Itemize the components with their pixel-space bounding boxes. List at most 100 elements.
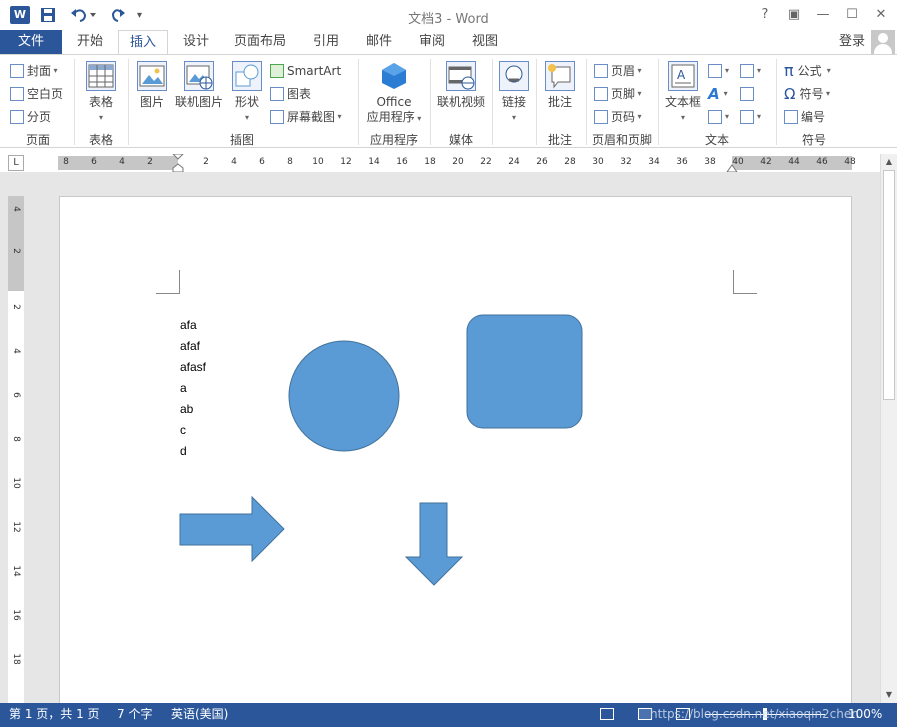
ruler-number: 32 <box>620 157 632 167</box>
tab-review[interactable]: 审阅 <box>410 30 454 54</box>
office-apps-label-1: Office <box>376 95 412 109</box>
scroll-down-icon[interactable]: ▼ <box>883 689 895 701</box>
tab-page-layout[interactable]: 页面布局 <box>228 30 292 54</box>
group-separator <box>74 59 75 145</box>
page-count[interactable]: 第 1 页，共 1 页 <box>9 703 100 725</box>
tab-file[interactable]: 文件 <box>0 30 62 54</box>
table-button[interactable]: 表格 ▾ <box>80 61 122 125</box>
date-time-icon <box>740 87 754 101</box>
smartart-button[interactable]: SmartArt <box>270 61 341 81</box>
footer-icon <box>594 87 608 101</box>
symbol-label: 符号 <box>799 87 824 101</box>
watermark-text: https://blog.csdn.net/xiaoqin2chen <box>650 707 859 721</box>
page-break-button[interactable]: 分页 <box>10 107 51 127</box>
office-apps-button[interactable]: Office 应用程序 ▾ <box>362 61 426 126</box>
links-button[interactable]: 链接 ▾ <box>496 61 532 125</box>
page-number-button[interactable]: 页码 ▾ <box>594 107 642 127</box>
vertical-ruler-number: 6 <box>11 392 21 398</box>
ribbon-display-options-button[interactable]: ▣ <box>783 6 805 24</box>
tab-selector[interactable]: L <box>8 155 24 171</box>
ruler-number: 6 <box>259 157 265 167</box>
group-label-header-footer: 页眉和页脚 <box>591 133 652 147</box>
comment-button[interactable]: 批注 <box>540 61 580 110</box>
wordart-icon: A <box>708 85 720 103</box>
document-page[interactable]: afa afaf afasf a ab c d <box>59 196 852 716</box>
tab-view[interactable]: 视图 <box>463 30 507 54</box>
blank-page-button[interactable]: 空白页 <box>10 84 63 104</box>
drop-cap-button[interactable]: ▾ <box>708 107 729 127</box>
right-arrow-shape[interactable] <box>179 495 285 563</box>
cover-page-icon <box>10 64 24 78</box>
sign-in-link[interactable]: 登录 <box>839 30 865 54</box>
header-button[interactable]: 页眉 ▾ <box>594 61 642 81</box>
ruler-number: 38 <box>704 157 716 167</box>
title-bar: W ▾ 文档3 - Word ? ▣ — ☐ ✕ <box>0 0 897 30</box>
symbol-button[interactable]: Ω 符号 ▾ <box>784 84 830 104</box>
tab-home[interactable]: 开始 <box>68 30 112 54</box>
tab-insert[interactable]: 插入 <box>118 30 168 55</box>
help-button[interactable]: ? <box>754 6 776 24</box>
online-picture-label: 联机图片 <box>174 95 223 109</box>
ruler-number: 2 <box>147 157 153 167</box>
horizontal-ruler[interactable]: 8 6 4 2 2 4 6 8 10 12 14 16 18 20 22 24 26 28 30 32 34 36 38 40… <box>58 154 856 172</box>
chart-icon <box>270 87 284 101</box>
language-indicator[interactable]: 英语(美国) <box>171 703 228 725</box>
signature-line-button[interactable]: ▾ <box>740 61 761 81</box>
date-time-button[interactable] <box>740 84 757 104</box>
circle-shape[interactable] <box>288 340 400 452</box>
group-label-tables: 表格 <box>88 133 113 147</box>
group-separator <box>430 59 431 145</box>
rounded-rectangle-shape[interactable] <box>466 314 583 429</box>
equation-button[interactable]: π 公式 ▾ <box>784 61 831 81</box>
vertical-ruler-number: 4 <box>11 348 21 354</box>
down-arrow-shape[interactable] <box>404 502 464 586</box>
page-number-icon <box>594 110 608 124</box>
omega-icon: Ω <box>784 85 796 103</box>
group-label-text: 文本 <box>704 133 729 147</box>
read-mode-icon[interactable] <box>600 708 614 720</box>
page-number-label: 页码 <box>611 110 636 124</box>
online-video-button[interactable]: 联机视频 <box>434 61 488 110</box>
office-store-icon <box>379 61 409 91</box>
tab-mailings[interactable]: 邮件 <box>357 30 401 54</box>
indent-marker-icon[interactable] <box>172 154 184 172</box>
scroll-up-icon[interactable]: ▲ <box>883 156 895 168</box>
quick-parts-button[interactable]: ▾ <box>708 61 729 81</box>
tab-references[interactable]: 引用 <box>304 30 348 54</box>
vertical-ruler-number: 14 <box>11 565 21 577</box>
picture-label: 图片 <box>139 95 164 109</box>
right-indent-marker-icon[interactable] <box>726 162 738 172</box>
number-button[interactable]: 编号 <box>784 107 825 127</box>
screenshot-button[interactable]: 屏幕截图 ▾ <box>270 107 342 127</box>
object-button[interactable]: ▾ <box>740 107 761 127</box>
picture-button[interactable]: 图片 <box>134 61 170 110</box>
avatar[interactable] <box>871 30 895 54</box>
comment-label: 批注 <box>547 95 572 109</box>
word-count[interactable]: 7 个字 <box>117 703 152 725</box>
wordart-button[interactable]: A ▾ <box>708 84 728 104</box>
online-picture-button[interactable]: 联机图片 <box>172 61 226 110</box>
group-separator <box>536 59 537 145</box>
object-icon <box>740 110 754 124</box>
ruler-number: 12 <box>340 157 352 167</box>
shapes-button[interactable]: 形状 ▾ <box>230 61 264 125</box>
zoom-level[interactable]: 100% <box>848 703 882 725</box>
quick-parts-icon <box>708 64 722 78</box>
cover-page-button[interactable]: 封面 ▾ <box>10 61 58 81</box>
minimize-button[interactable]: — <box>812 6 834 24</box>
vertical-ruler[interactable]: 4 2 2 4 6 8 10 12 14 16 18 <box>8 196 24 703</box>
close-button[interactable]: ✕ <box>870 6 892 24</box>
vertical-scrollbar[interactable]: ▲ ▼ <box>880 154 897 703</box>
ruler-number: 42 <box>760 157 772 167</box>
tab-design[interactable]: 设计 <box>174 30 218 54</box>
ruler-number: 44 <box>788 157 800 167</box>
chart-button[interactable]: 图表 <box>270 84 311 104</box>
group-label-comments: 批注 <box>547 133 572 147</box>
ruler-number: 8 <box>287 157 293 167</box>
online-video-icon <box>446 61 476 91</box>
scroll-thumb[interactable] <box>883 170 895 400</box>
maximize-button[interactable]: ☐ <box>841 6 863 24</box>
footer-button[interactable]: 页脚 ▾ <box>594 84 642 104</box>
ruler-number: 4 <box>231 157 237 167</box>
textbox-button[interactable]: A 文本框 ▾ <box>662 61 704 125</box>
